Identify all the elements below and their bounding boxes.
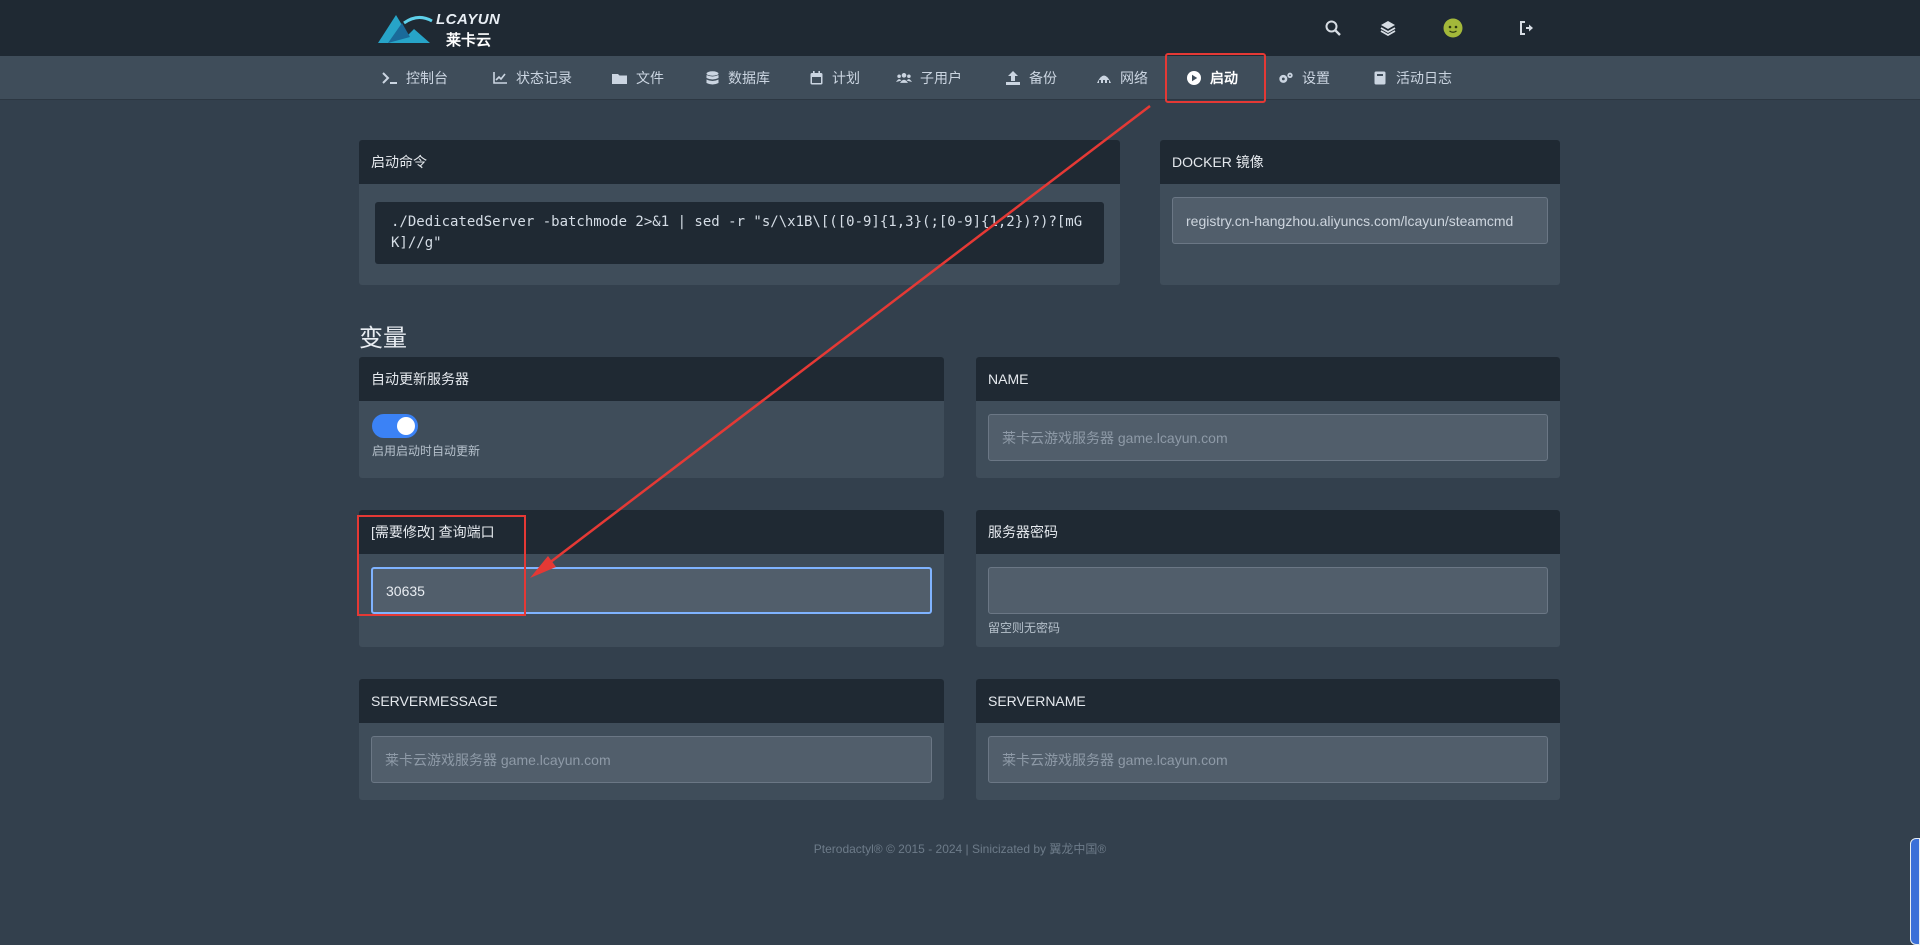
side-widget-tab[interactable] <box>1910 838 1920 945</box>
tab-activity[interactable]: 活动日志 <box>1364 56 1460 100</box>
tab-label: 文件 <box>636 70 664 86</box>
docker-image-field[interactable]: registry.cn-hangzhou.aliyuncs.com/lcayun… <box>1172 197 1548 244</box>
tab-label: 设置 <box>1302 70 1330 86</box>
logo-mark-icon <box>378 15 433 43</box>
servername-input[interactable]: 莱卡云游戏服务器 game.lcayun.com <box>988 736 1548 783</box>
tab-label: 控制台 <box>406 70 448 86</box>
tab-databases[interactable]: 数据库 <box>696 56 778 100</box>
tab-stats[interactable]: 状态记录 <box>484 56 580 100</box>
annotation-highlight-startup-tab <box>1165 53 1266 103</box>
tab-users[interactable]: 子用户 <box>888 56 970 100</box>
servermessage-input[interactable]: 莱卡云游戏服务器 game.lcayun.com <box>371 736 932 783</box>
tab-label: 子用户 <box>920 70 962 86</box>
server-password-card: 服务器密码 留空则无密码 <box>976 510 1560 647</box>
servername-title: SERVERNAME <box>976 679 1560 723</box>
annotation-highlight-query-port <box>357 515 526 616</box>
startup-command-card: 启动命令 ./DedicatedServer -batchmode 2>&1 |… <box>359 140 1120 285</box>
name-variable-title: NAME <box>976 357 1560 401</box>
tab-label: 数据库 <box>728 70 770 86</box>
docker-image-title: DOCKER 镜像 <box>1160 140 1560 184</box>
network-icon <box>1096 70 1112 86</box>
search-icon[interactable] <box>1321 16 1345 40</box>
tab-label: 网络 <box>1120 70 1148 86</box>
logo-text-top: LCAYUN <box>436 11 501 28</box>
top-bar: LCAYUN 莱卡云 <box>0 0 1920 56</box>
docker-image-card: DOCKER 镜像 registry.cn-hangzhou.aliyuncs.… <box>1160 140 1560 285</box>
logout-icon[interactable] <box>1515 16 1539 40</box>
logo[interactable]: LCAYUN 莱卡云 <box>374 9 514 49</box>
tab-network[interactable]: 网络 <box>1088 56 1156 100</box>
name-input[interactable]: 莱卡云游戏服务器 game.lcayun.com <box>988 414 1548 461</box>
auto-update-hint: 启用启动时自动更新 <box>372 444 481 458</box>
startup-command-text: ./DedicatedServer -batchmode 2>&1 | sed … <box>375 202 1104 264</box>
terminal-icon <box>382 70 398 86</box>
servername-card: SERVERNAME 莱卡云游戏服务器 game.lcayun.com <box>976 679 1560 800</box>
avatar[interactable] <box>1441 16 1465 40</box>
tab-label: 备份 <box>1029 70 1057 86</box>
database-icon <box>704 70 720 86</box>
tab-label: 活动日志 <box>1396 70 1452 86</box>
gears-icon <box>1278 70 1294 86</box>
calendar-icon <box>808 70 824 86</box>
users-icon <box>896 70 912 86</box>
toggle-knob <box>397 417 415 435</box>
variables-section-title: 变量 <box>359 325 407 352</box>
tab-backups[interactable]: 备份 <box>997 56 1065 100</box>
auto-update-toggle[interactable] <box>372 414 418 438</box>
name-variable-card: NAME 莱卡云游戏服务器 game.lcayun.com <box>976 357 1560 478</box>
server-password-input[interactable] <box>988 567 1548 614</box>
chart-icon <box>492 70 508 86</box>
upload-icon <box>1005 70 1021 86</box>
tab-console[interactable]: 控制台 <box>374 56 456 100</box>
tab-label: 计划 <box>832 70 860 86</box>
servermessage-card: SERVERMESSAGE 莱卡云游戏服务器 game.lcayun.com <box>359 679 944 800</box>
logo-text-bottom: 莱卡云 <box>446 32 492 49</box>
tab-settings[interactable]: 设置 <box>1270 56 1338 100</box>
auto-update-card: 自动更新服务器 启用启动时自动更新 <box>359 357 944 478</box>
tab-label: 状态记录 <box>516 70 572 86</box>
tab-schedules[interactable]: 计划 <box>800 56 868 100</box>
server-password-title: 服务器密码 <box>976 510 1560 554</box>
servermessage-title: SERVERMESSAGE <box>359 679 944 723</box>
layers-icon[interactable] <box>1376 16 1400 40</box>
footer-text: Pterodactyl® © 2015 - 2024 | Sinicizated… <box>813 842 1107 856</box>
tab-files[interactable]: 文件 <box>604 56 672 100</box>
book-icon <box>1372 70 1388 86</box>
auto-update-title: 自动更新服务器 <box>359 357 944 401</box>
server-nav: 控制台 状态记录 文件 数据库 计划 子用户 备份 网络 启动 设置 活动日志 <box>0 56 1920 100</box>
folder-icon <box>612 70 628 86</box>
server-password-hint: 留空则无密码 <box>988 621 1061 635</box>
startup-command-title: 启动命令 <box>359 140 1120 184</box>
